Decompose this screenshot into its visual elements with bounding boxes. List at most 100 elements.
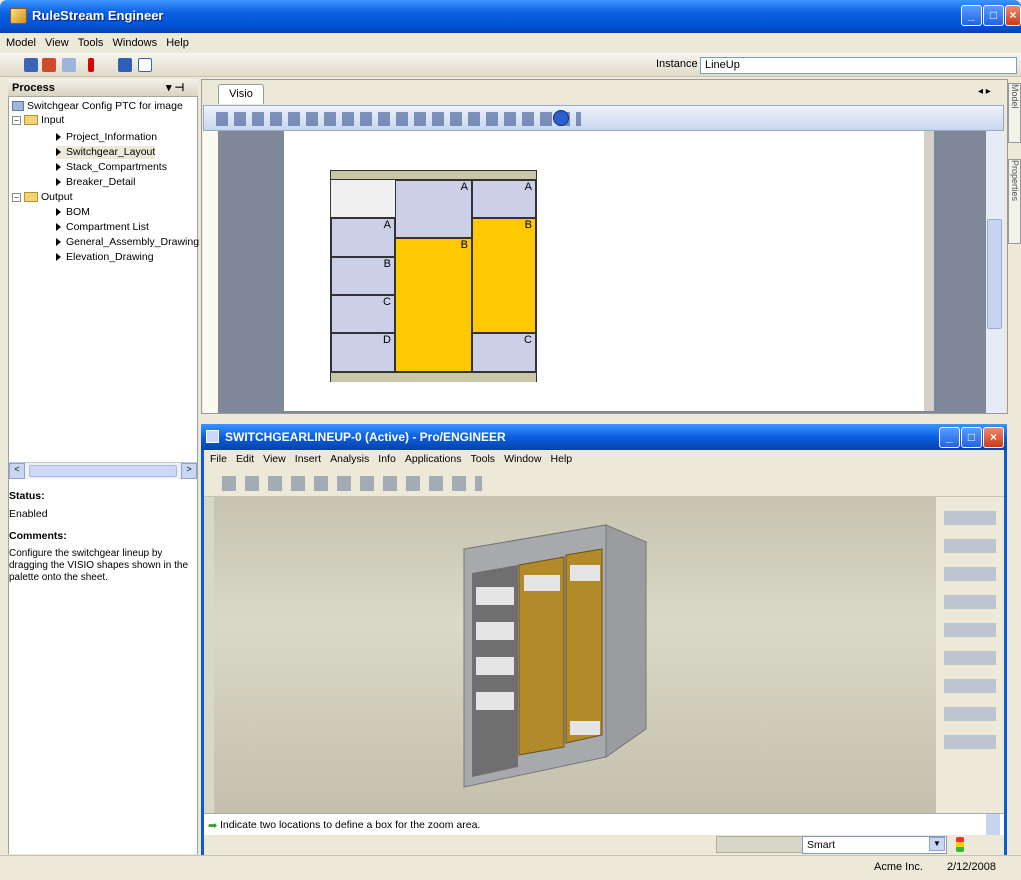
play-icon bbox=[56, 163, 61, 172]
help-icon[interactable] bbox=[553, 110, 569, 126]
export-icon[interactable] bbox=[62, 58, 76, 72]
save-icon[interactable] bbox=[24, 58, 38, 72]
message-scrollbar[interactable] bbox=[986, 814, 1000, 836]
play-icon bbox=[56, 238, 61, 247]
scroll-thumb[interactable] bbox=[987, 219, 1002, 329]
compartment-col1[interactable]: A bbox=[331, 218, 395, 257]
tree-input-item[interactable]: Breaker_Detail bbox=[56, 176, 135, 189]
tab-nav-icon[interactable]: ◂ ▸ bbox=[978, 86, 991, 97]
proe-message: Indicate two locations to define a box f… bbox=[220, 819, 481, 831]
proe-menu-file[interactable]: File bbox=[210, 450, 227, 468]
close-button[interactable]: × bbox=[1005, 5, 1021, 26]
proe-tools-icon[interactable] bbox=[222, 476, 482, 491]
tree-output-item[interactable]: Compartment List bbox=[56, 221, 149, 234]
compartment-col2-breaker[interactable]: B bbox=[395, 238, 472, 372]
tab-model[interactable]: Model bbox=[1008, 83, 1021, 143]
tree-input-item-selected[interactable]: Switchgear_Layout bbox=[56, 146, 156, 159]
comments-label: Comments: bbox=[9, 530, 67, 542]
title-bar: RuleStream Engineer _ □ × bbox=[0, 0, 1021, 33]
collapse-icon[interactable]: − bbox=[12, 192, 21, 202]
proe-close-button[interactable]: × bbox=[983, 427, 1004, 448]
app-title: RuleStream Engineer bbox=[32, 8, 164, 23]
minimize-button[interactable]: _ bbox=[961, 5, 982, 26]
tab-properties[interactable]: Properties bbox=[1008, 159, 1021, 244]
window-icon[interactable] bbox=[138, 58, 152, 72]
menu-help[interactable]: Help bbox=[166, 33, 189, 53]
scroll-right-icon[interactable]: > bbox=[181, 463, 197, 479]
proe-maximize-button[interactable]: □ bbox=[961, 427, 982, 448]
scroll-thumb[interactable] bbox=[29, 465, 177, 477]
folder-icon bbox=[24, 192, 38, 203]
proe-minimize-button[interactable]: _ bbox=[939, 427, 960, 448]
compartment-col3[interactable]: A bbox=[472, 180, 536, 218]
process-icon bbox=[12, 101, 24, 112]
proe-menu-window[interactable]: Window bbox=[504, 450, 541, 468]
compartment-col1[interactable]: C bbox=[331, 295, 395, 333]
compartment-col1[interactable]: D bbox=[331, 333, 395, 372]
tree-horizontal-scrollbar[interactable]: < > bbox=[9, 462, 197, 479]
visio-tools-icon[interactable] bbox=[216, 112, 581, 126]
status-label: Status: bbox=[9, 490, 45, 502]
tree-output-item[interactable]: General_Assembly_Drawing bbox=[56, 236, 199, 249]
visio-vertical-scrollbar[interactable] bbox=[986, 131, 1004, 413]
menu-windows[interactable]: Windows bbox=[113, 33, 158, 53]
page-shadow bbox=[924, 131, 934, 411]
proe-menu-applications[interactable]: Applications bbox=[405, 450, 462, 468]
proe-menu-analysis[interactable]: Analysis bbox=[330, 450, 369, 468]
tree-output[interactable]: − Output bbox=[12, 191, 73, 204]
proe-menu-bar: File Edit View Insert Analysis Info Appl… bbox=[204, 450, 1004, 468]
compartment-col3-breaker[interactable]: B bbox=[472, 218, 536, 333]
tree-root[interactable]: Switchgear Config PTC for image bbox=[12, 100, 183, 113]
filter-select[interactable]: Smart bbox=[802, 836, 947, 854]
menu-model[interactable]: Model bbox=[6, 33, 36, 53]
tree-input[interactable]: − Input bbox=[12, 114, 64, 127]
proe-title-bar: SWITCHGEARLINEUP-0 (Active) - Pro/ENGINE… bbox=[201, 424, 1007, 450]
proe-menu-help[interactable]: Help bbox=[551, 450, 573, 468]
proe-menu-info[interactable]: Info bbox=[378, 450, 396, 468]
proe-sketch-tools-icon[interactable] bbox=[944, 511, 996, 761]
app-icon bbox=[10, 8, 27, 24]
play-icon bbox=[56, 178, 61, 187]
comments-text: Configure the switchgear lineup by dragg… bbox=[9, 548, 189, 583]
instance-select[interactable]: LineUp bbox=[700, 57, 1017, 74]
switchgear-layout[interactable]: A B C D A B A B C bbox=[330, 170, 537, 382]
chevron-down-icon[interactable]: ▼ bbox=[929, 837, 945, 851]
proe-menu-view[interactable]: View bbox=[263, 450, 286, 468]
pin-icon[interactable]: ▾ ⊣ bbox=[166, 79, 184, 97]
maximize-button[interactable]: □ bbox=[983, 5, 1004, 26]
status-area: Status: Enabled Comments: Configure the … bbox=[9, 484, 197, 854]
tree-input-item[interactable]: Stack_Compartments bbox=[56, 161, 167, 174]
proe-message-bar: ➡ Indicate two locations to define a box… bbox=[204, 813, 1004, 836]
company-label: Acme Inc. bbox=[874, 861, 923, 873]
tree-input-item[interactable]: Project_Information bbox=[56, 131, 157, 144]
status-value: Enabled bbox=[9, 508, 48, 520]
traffic-light-icon[interactable] bbox=[956, 837, 964, 852]
menu-tools[interactable]: Tools bbox=[78, 33, 104, 53]
status-field bbox=[716, 836, 811, 853]
play-icon bbox=[56, 208, 61, 217]
arrow-icon: ➡ bbox=[208, 820, 218, 832]
empty-compartment[interactable] bbox=[331, 180, 395, 218]
proe-menu-edit[interactable]: Edit bbox=[236, 450, 254, 468]
collapse-icon[interactable]: − bbox=[12, 115, 21, 125]
alert-icon[interactable] bbox=[88, 58, 94, 72]
tree-output-item[interactable]: BOM bbox=[56, 206, 90, 219]
proe-title: SWITCHGEARLINEUP-0 (Active) - Pro/ENGINE… bbox=[225, 430, 506, 444]
options-icon[interactable] bbox=[118, 58, 132, 72]
proe-right-toolbar bbox=[936, 497, 1004, 813]
proe-3d-viewport[interactable] bbox=[214, 497, 936, 813]
proe-left-edge bbox=[204, 497, 214, 813]
compartment-col2[interactable]: A bbox=[395, 180, 472, 238]
switchgear-3d-model bbox=[462, 524, 648, 788]
scroll-left-icon[interactable]: < bbox=[9, 463, 25, 479]
play-icon bbox=[56, 223, 61, 232]
tab-visio[interactable]: Visio bbox=[218, 84, 264, 104]
proe-menu-tools[interactable]: Tools bbox=[471, 450, 496, 468]
proe-toolbar bbox=[204, 469, 1004, 497]
compartment-col1[interactable]: B bbox=[331, 257, 395, 295]
refresh-icon[interactable] bbox=[42, 58, 56, 72]
menu-view[interactable]: View bbox=[45, 33, 69, 53]
tree-output-item[interactable]: Elevation_Drawing bbox=[56, 251, 154, 264]
proe-menu-insert[interactable]: Insert bbox=[295, 450, 321, 468]
compartment-col3[interactable]: C bbox=[472, 333, 536, 372]
